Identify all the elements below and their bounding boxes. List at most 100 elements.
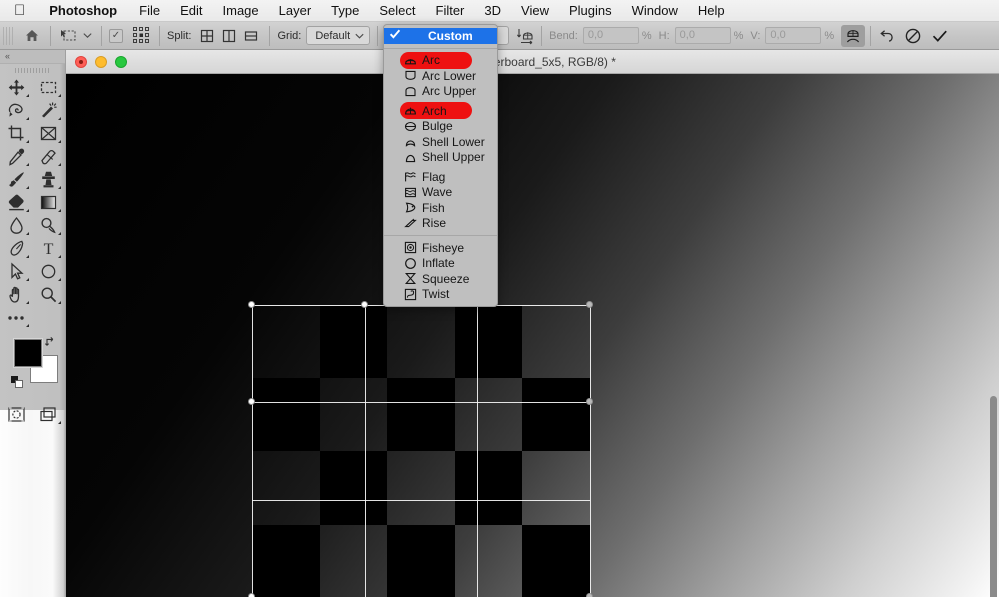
warp-menu-item-twist[interactable]: Twist bbox=[384, 287, 497, 303]
toggle-warp-icon[interactable] bbox=[841, 24, 866, 47]
warp-orientation-icon[interactable] bbox=[515, 25, 537, 47]
default-colors-icon[interactable] bbox=[10, 375, 25, 395]
magic-wand-tool-icon[interactable] bbox=[33, 99, 66, 122]
vertical-distortion-unit: % bbox=[824, 29, 835, 42]
healing-brush-tool-icon[interactable] bbox=[33, 145, 66, 168]
menubar-item-plugins[interactable]: Plugins bbox=[559, 0, 622, 21]
menubar-item-select[interactable]: Select bbox=[369, 0, 425, 21]
vertical-scrollbar[interactable] bbox=[990, 396, 997, 597]
options-separator bbox=[377, 25, 379, 46]
zoom-tool-icon[interactable] bbox=[33, 283, 66, 306]
split-vertical-icon[interactable] bbox=[218, 25, 240, 47]
undo-arrow-icon[interactable] bbox=[876, 25, 898, 47]
warp-menu-item-arc-upper[interactable]: Arc Upper bbox=[384, 84, 497, 100]
crop-tool-icon[interactable] bbox=[0, 122, 33, 145]
brush-tool-icon[interactable] bbox=[0, 168, 33, 191]
eraser-tool-icon[interactable] bbox=[0, 191, 33, 214]
cancel-circle-slash-icon[interactable] bbox=[902, 25, 924, 47]
warp-menu-item-custom[interactable]: Custom bbox=[384, 28, 497, 44]
warp-menu-item-flag[interactable]: Flag bbox=[384, 169, 497, 185]
transform-selection-icon[interactable] bbox=[58, 25, 80, 47]
apple-logo-icon[interactable]:  bbox=[0, 1, 37, 21]
document-titlebar[interactable]: s (checkerboard_5x5, RGB/8) * bbox=[66, 50, 999, 74]
screen-mode-icon[interactable] bbox=[33, 403, 66, 426]
split-horizontal-icon[interactable] bbox=[240, 25, 262, 47]
warp-menu-item-rise[interactable]: Rise bbox=[384, 216, 497, 232]
menubar-item-file[interactable]: File bbox=[129, 0, 170, 21]
warp-menu-item-arch[interactable]: Arch bbox=[384, 102, 497, 119]
menubar-item-image[interactable]: Image bbox=[213, 0, 269, 21]
warp-menu-item-shell-lower[interactable]: Shell Lower bbox=[384, 134, 497, 150]
chevron-down-icon bbox=[355, 30, 364, 42]
checkmark-icon bbox=[384, 28, 406, 43]
rectangular-marquee-tool-icon[interactable] bbox=[33, 76, 66, 99]
mode-buttons bbox=[0, 403, 65, 426]
menubar-item-view[interactable]: View bbox=[511, 0, 559, 21]
grid-select[interactable]: Default bbox=[306, 26, 371, 45]
bulge-warp-icon bbox=[404, 120, 417, 133]
chevron-down-icon[interactable] bbox=[80, 25, 94, 47]
warp-menu-item-label: Twist bbox=[422, 287, 450, 302]
image-canvas[interactable] bbox=[66, 74, 999, 597]
checkmark-commit-icon[interactable] bbox=[929, 25, 951, 47]
warp-menu-item-label: Wave bbox=[422, 185, 453, 200]
warp-menu-item-arc[interactable]: Arc bbox=[384, 51, 497, 68]
warp-style-dropdown[interactable]: Custom Arc Arc Lower Arc Upper Arch Bulge Shel… bbox=[383, 24, 498, 307]
home-icon[interactable] bbox=[21, 25, 43, 47]
checkmark-icon[interactable]: ✓ bbox=[109, 28, 123, 43]
checker-cell bbox=[387, 524, 455, 597]
menubar-item-photoshop[interactable]: Photoshop bbox=[37, 0, 129, 21]
warp-menu-item-label: Fish bbox=[422, 200, 445, 215]
frame-tool-icon[interactable] bbox=[33, 122, 66, 145]
shell-upper-warp-icon bbox=[404, 151, 417, 164]
pen-tool-icon[interactable] bbox=[0, 237, 33, 260]
menubar-item-layer[interactable]: Layer bbox=[269, 0, 322, 21]
menubar-item-help[interactable]: Help bbox=[688, 0, 735, 21]
vertical-distortion-input[interactable]: 0,0 bbox=[765, 27, 822, 44]
checker-cell bbox=[252, 524, 320, 597]
warp-menu-item-fisheye[interactable]: Fisheye bbox=[384, 240, 497, 256]
gradient-tool-icon[interactable] bbox=[33, 191, 66, 214]
menu-separator bbox=[384, 47, 497, 49]
tools-spacer bbox=[33, 306, 66, 329]
warp-menu-item-arc-lower[interactable]: Arc Lower bbox=[384, 68, 497, 84]
warp-menu-item-wave[interactable]: Wave bbox=[384, 185, 497, 201]
drag-grip-icon[interactable] bbox=[0, 64, 65, 76]
quick-mask-mode-icon[interactable] bbox=[0, 403, 33, 426]
warp-menu-item-bulge[interactable]: Bulge bbox=[384, 119, 497, 135]
grid-points-icon[interactable] bbox=[130, 25, 152, 47]
menubar-item-type[interactable]: Type bbox=[321, 0, 369, 21]
move-tool-icon[interactable] bbox=[0, 76, 33, 99]
foreground-color-swatch[interactable] bbox=[14, 339, 42, 367]
dodge-tool-icon[interactable] bbox=[33, 214, 66, 237]
path-selection-tool-icon[interactable] bbox=[0, 260, 33, 283]
bend-input[interactable]: 0,0 bbox=[582, 27, 639, 44]
split-crosswise-icon[interactable] bbox=[196, 25, 218, 47]
blur-tool-icon[interactable] bbox=[0, 214, 33, 237]
edit-toolbar-ellipsis-icon[interactable] bbox=[0, 306, 33, 329]
menubar-item-edit[interactable]: Edit bbox=[170, 0, 212, 21]
eyedropper-tool-icon[interactable] bbox=[0, 145, 33, 168]
rise-warp-icon bbox=[404, 217, 417, 230]
lasso-tool-icon[interactable] bbox=[0, 99, 33, 122]
type-tool-icon[interactable]: T bbox=[33, 237, 66, 260]
hand-tool-icon[interactable] bbox=[0, 283, 33, 306]
horizontal-distortion-input[interactable]: 0,0 bbox=[674, 27, 731, 44]
clone-stamp-tool-icon[interactable] bbox=[33, 168, 66, 191]
warp-menu-item-label: Arc Lower bbox=[422, 68, 477, 83]
warp-menu-item-inflate[interactable]: Inflate bbox=[384, 256, 497, 272]
warp-menu-item-fish[interactable]: Fish bbox=[384, 200, 497, 216]
checker-cell bbox=[454, 305, 523, 379]
ellipse-shape-tool-icon[interactable] bbox=[33, 260, 66, 283]
swap-colors-icon[interactable] bbox=[44, 335, 57, 351]
double-chevron-left-icon[interactable]: « bbox=[0, 50, 65, 64]
menubar-item-3d[interactable]: 3D bbox=[474, 0, 511, 21]
menubar-item-filter[interactable]: Filter bbox=[426, 0, 475, 21]
options-bar-drag-grip[interactable] bbox=[3, 26, 13, 45]
arc-lower-warp-icon bbox=[404, 69, 417, 82]
checker-cell bbox=[454, 451, 523, 525]
checkerboard-image bbox=[252, 305, 590, 597]
warp-menu-item-shell-upper[interactable]: Shell Upper bbox=[384, 150, 497, 166]
menubar-item-window[interactable]: Window bbox=[622, 0, 688, 21]
warp-menu-item-squeeze[interactable]: Squeeze bbox=[384, 271, 497, 287]
